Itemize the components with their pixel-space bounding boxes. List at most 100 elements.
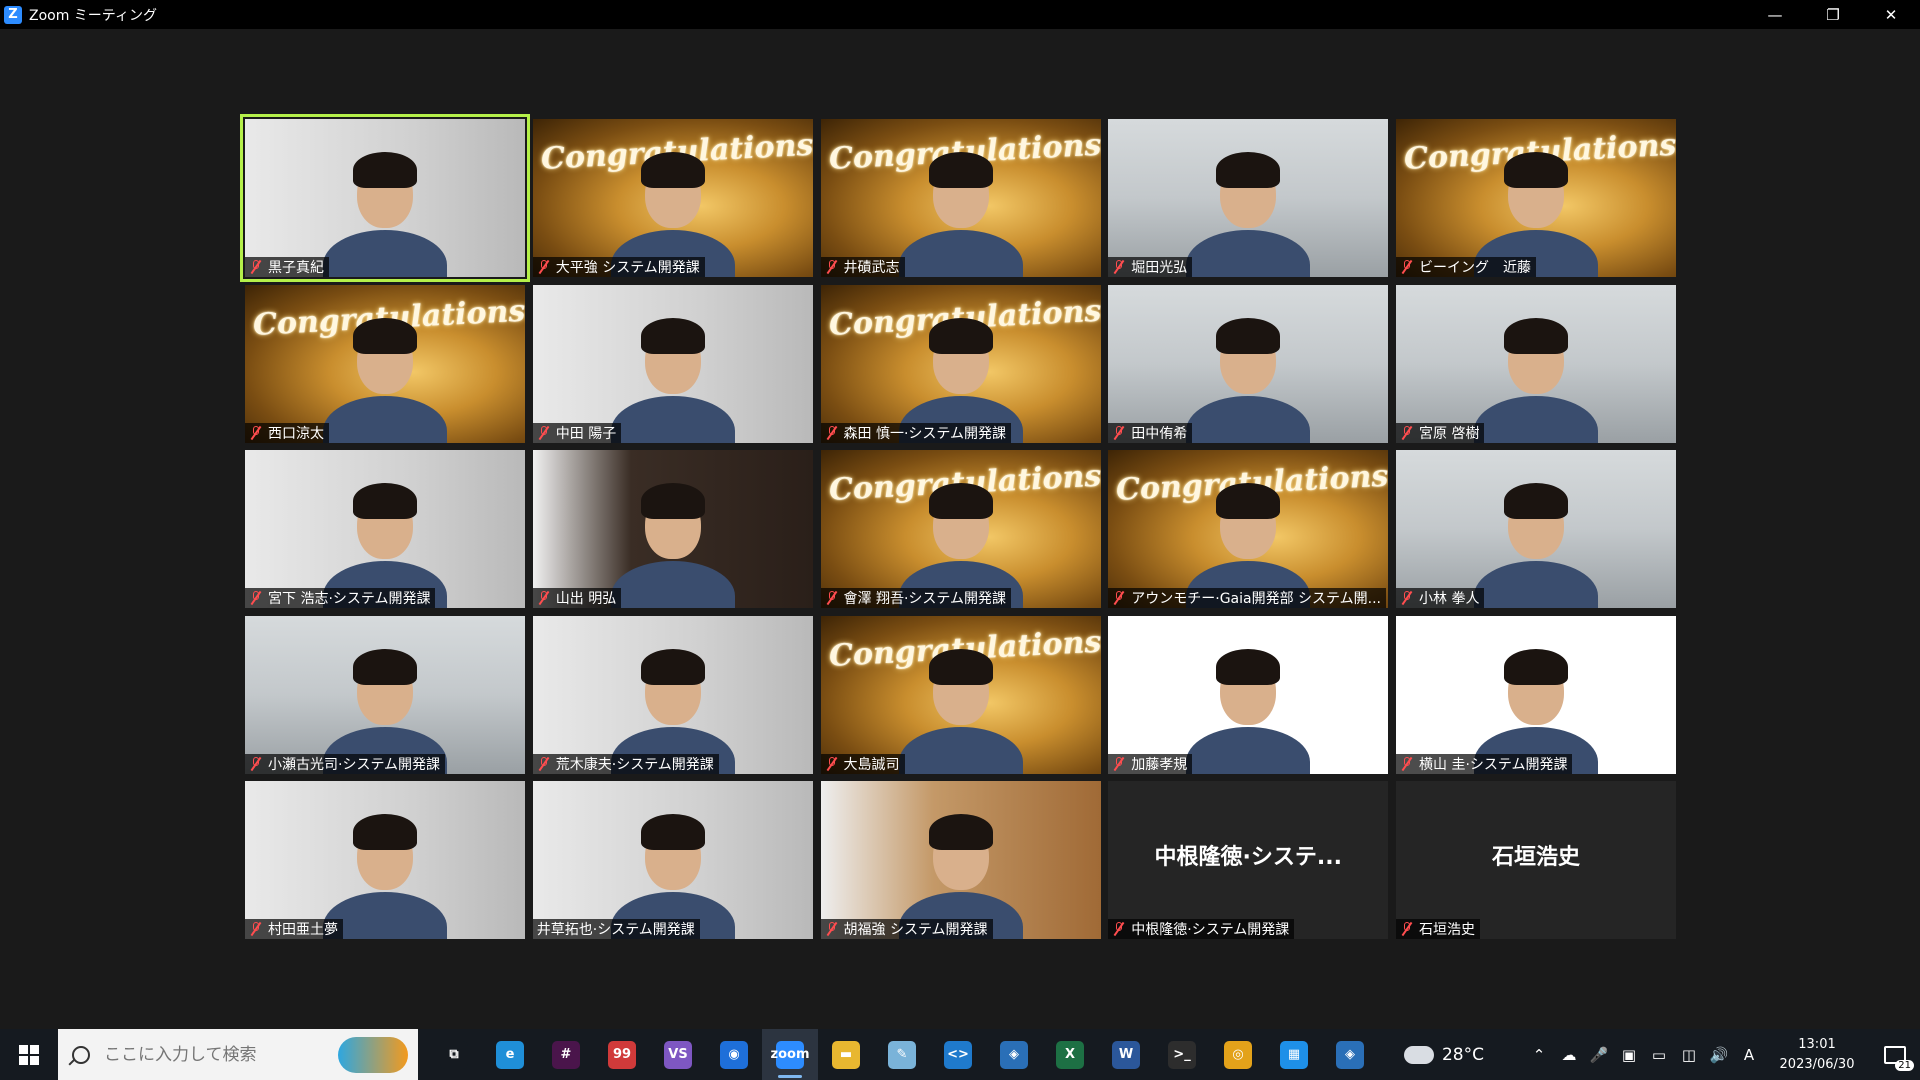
participant-name: 山出 明弘	[555, 591, 617, 607]
participant-tile[interactable]: 小林 拳人	[1396, 450, 1676, 608]
participant-name: 井草拓也·システム開発課	[536, 922, 695, 938]
participant-video	[603, 308, 743, 443]
participant-video	[891, 639, 1031, 774]
taskbar-app-button[interactable]: ◎	[1210, 1029, 1266, 1080]
participant-tile[interactable]: Congratulations!大島誠司	[820, 615, 1101, 774]
onedrive-icon[interactable]: ☁	[1554, 1029, 1584, 1080]
participant-name: 村田亜土夢	[268, 922, 338, 938]
participant-name: 宮原 啓樹	[1419, 425, 1480, 442]
participant-name: 中根隆徳·システム開発課	[1131, 922, 1290, 938]
close-button[interactable]: ✕	[1862, 0, 1920, 29]
taskbar-app-button[interactable]: 99	[594, 1029, 650, 1080]
notification-center-button[interactable]: 21	[1870, 1029, 1920, 1080]
participant-name-bar: 田中侑希	[1108, 422, 1193, 443]
participant-tile[interactable]: 山出 明弘	[532, 450, 813, 608]
microphone-icon[interactable]: 🎤	[1584, 1029, 1614, 1080]
weather-cloud-icon	[1399, 1039, 1434, 1064]
participant-name-bar: 小瀬古光司·システム開発課	[245, 753, 446, 774]
start-button[interactable]	[0, 1029, 58, 1080]
clock[interactable]: 13:01 2023/06/30	[1774, 1035, 1860, 1075]
taskbar-app-button[interactable]: >_	[1154, 1029, 1210, 1080]
taskbar-search[interactable]	[58, 1029, 418, 1080]
taskbar-app-button[interactable]: ✎	[874, 1029, 930, 1080]
participant-tile[interactable]: 中根隆徳·システ... 中根隆徳·システム開発課	[1108, 781, 1389, 939]
minimize-button[interactable]: —	[1746, 0, 1804, 29]
mic-muted-icon	[1112, 921, 1126, 937]
mic-muted-icon	[1112, 259, 1126, 275]
mic-muted-icon	[1112, 756, 1126, 771]
display-icon[interactable]: ▣	[1614, 1029, 1644, 1080]
mic-muted-icon	[1400, 921, 1414, 937]
participant-name: 會澤 翔吾·システム開発課	[843, 591, 1006, 607]
participant-tile[interactable]: 宮原 啓樹	[1396, 284, 1676, 443]
participant-tile[interactable]: Congratulations!西口涼太	[245, 284, 525, 443]
participant-video	[1178, 142, 1318, 277]
participant-name-bar: 加藤孝規	[1108, 753, 1193, 774]
search-input[interactable]	[104, 1044, 324, 1065]
participant-name: 横山 圭·システム開発課	[1419, 756, 1568, 773]
ime-indicator[interactable]: A	[1734, 1029, 1764, 1080]
participant-tile[interactable]: Congratulations!大平強 システム開発課	[532, 119, 813, 277]
taskbar-app-button[interactable]: X	[1042, 1029, 1098, 1080]
participant-name-bar: 村田亜土夢	[245, 919, 343, 939]
weather-widget[interactable]: 28°C	[1399, 1039, 1484, 1065]
participant-tile[interactable]: 堀田光弘	[1108, 119, 1389, 277]
participant-tile[interactable]: 加藤孝規	[1108, 615, 1389, 774]
participant-tile[interactable]: 胡福強 システム開発課	[820, 781, 1101, 939]
zoom-icon: Z	[4, 5, 22, 24]
participant-tile[interactable]: 黒子真紀	[240, 114, 530, 282]
taskbar-app-button[interactable]: ◉	[706, 1029, 762, 1080]
network-icon[interactable]: ◫	[1674, 1029, 1704, 1080]
participant-video	[1466, 308, 1606, 443]
vscode-icon: <>	[944, 1040, 972, 1069]
participant-tile[interactable]: Congratulations!會澤 翔吾·システム開発課	[820, 450, 1101, 608]
word-icon: W	[1112, 1040, 1140, 1069]
participant-name-bar: 横山 圭·システム開発課	[1396, 753, 1573, 774]
battery-icon[interactable]: ▭	[1644, 1029, 1674, 1080]
participant-tile[interactable]: 荒木康夫·システム開発課	[532, 615, 813, 774]
search-icon	[72, 1045, 90, 1064]
taskbar-app-button[interactable]: #	[538, 1029, 594, 1080]
participant-tile[interactable]: Congratulations!ビーイング 近藤	[1396, 119, 1676, 277]
taskbar-app-button[interactable]: ◈	[1322, 1029, 1378, 1080]
taskbar-app-button[interactable]: <>	[930, 1029, 986, 1080]
participant-tile[interactable]: 横山 圭·システム開発課	[1396, 615, 1676, 774]
taskbar-app-button[interactable]: VS	[650, 1029, 706, 1080]
participant-tile[interactable]: 宮下 浩志·システム開発課	[245, 450, 525, 608]
calendar-icon: ▦	[1280, 1040, 1308, 1069]
participant-tile[interactable]: 井草拓也·システム開発課	[532, 781, 813, 939]
bing-icon[interactable]	[338, 1036, 408, 1073]
participant-name-bar: 胡福強 システム開発課	[820, 919, 993, 939]
title-bar: Z Zoom ミーティング — ❐ ✕	[0, 0, 1920, 29]
participant-name-bar: 宮原 啓樹	[1396, 422, 1485, 443]
participant-tile[interactable]: Congratulations!森田 慎一·システム開発課	[820, 284, 1101, 443]
taskbar-app-button[interactable]: ◈	[986, 1029, 1042, 1080]
participant-tile[interactable]: Congratulations!井磧武志	[820, 119, 1101, 277]
restore-button[interactable]: ❐	[1804, 0, 1862, 29]
taskbar-app-button[interactable]: ▦	[1266, 1029, 1322, 1080]
gallery-view: 黒子真紀Congratulations!大平強 システム開発課Congratul…	[240, 114, 1676, 939]
participant-tile[interactable]: 中田 陽子	[532, 284, 813, 443]
participant-name-bar: 西口涼太	[245, 422, 329, 443]
participant-name: 森田 慎一·システム開発課	[843, 425, 1006, 442]
participant-name: 大島誠司	[843, 756, 900, 773]
file-explorer-icon: ▬	[832, 1040, 860, 1069]
meeting-area: 黒子真紀Congratulations!大平強 システム開発課Congratul…	[0, 29, 1920, 1029]
taskbar-app-button[interactable]: e	[482, 1029, 538, 1080]
taskbar-app-button[interactable]: ▬	[818, 1029, 874, 1080]
participant-tile[interactable]: 田中侑希	[1108, 284, 1389, 443]
participant-tile[interactable]: 村田亜土夢	[245, 781, 525, 939]
taskbar-app-button[interactable]: zoom	[762, 1029, 818, 1080]
participant-tile[interactable]: 石垣浩史 石垣浩史	[1396, 781, 1676, 939]
participant-video	[1466, 473, 1606, 608]
participant-name: ビーイング 近藤	[1419, 260, 1531, 276]
participant-name: 荒木康夫·システム開発課	[555, 756, 714, 773]
taskbar-app-button[interactable]: W	[1098, 1029, 1154, 1080]
volume-icon[interactable]: 🔊	[1704, 1029, 1734, 1080]
chevron-up-icon[interactable]: ⌃	[1524, 1029, 1554, 1080]
video-off-name: 中根隆徳·システ...	[1154, 845, 1342, 870]
participant-tile[interactable]: Congratulations!アウンモチー·Gaia開発部 システム開...	[1108, 450, 1389, 608]
taskbar-app-button[interactable]: ⧉	[426, 1029, 482, 1080]
participant-tile[interactable]: 小瀬古光司·システム開発課	[245, 615, 525, 774]
mic-muted-icon	[537, 259, 551, 275]
